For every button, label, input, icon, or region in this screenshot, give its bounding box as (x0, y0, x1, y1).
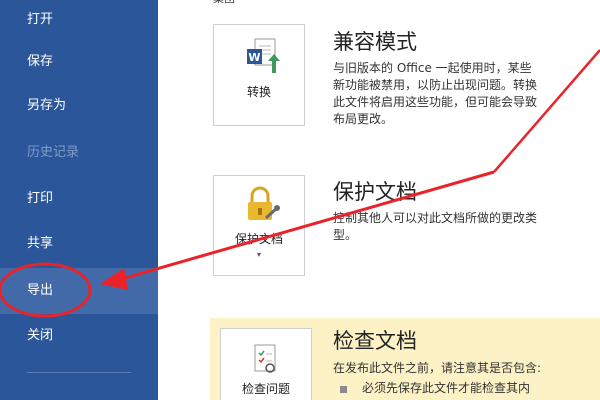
convert-button-label: 转换 (246, 85, 271, 99)
nav-history: 历史记录 (27, 145, 80, 160)
word-convert-icon: W (247, 38, 280, 73)
nav-divider (27, 372, 131, 373)
backstage-sidebar: 打开 保存 另存为 历史记录 打印 共享 导出 关闭 (0, 0, 158, 400)
protect-document-button-label: 保护文档 (234, 232, 283, 246)
svg-text:W: W (248, 51, 260, 64)
compat-mode-description: 与旧版本的 Office 一起使用时，某些 新功能被禁用，以防止出现问题。转换 … (333, 60, 537, 128)
protect-document-description: 控制其他人可以对此文档所做的更改类 型。 (333, 210, 537, 244)
compat-desc-line-4: 布局更改。 (333, 112, 394, 126)
nav-save[interactable]: 保存 (0, 42, 158, 82)
nav-print[interactable]: 打印 (0, 179, 158, 219)
nav-close[interactable]: 关闭 (0, 316, 158, 356)
check-issues-button-label: 检查问题 (241, 382, 290, 396)
lock-key-icon (248, 186, 280, 220)
chevron-down-icon: ▾ (256, 250, 261, 259)
compat-mode-title: 兼容模式 (333, 30, 417, 54)
nav-share[interactable]: 共享 (0, 224, 158, 264)
nav-open[interactable]: 打开 (0, 0, 158, 40)
protect-desc-line-1: 控制其他人可以对此文档所做的更改类 (333, 211, 538, 225)
compat-desc-line-3: 此文件将启用这些功能，但可能会导致 (333, 95, 538, 109)
compat-desc-line-2: 新功能被禁用，以防止出现问题。转换 (333, 78, 538, 92)
inspect-document-description: 在发布此文件之前，请注意其是否包含: (333, 361, 542, 375)
compat-desc-line-1: 与旧版本的 Office 一起使用时，某些 (333, 61, 532, 75)
group-title: 集团 (213, 0, 235, 6)
check-issues-button[interactable]: 检查问题 (220, 328, 312, 400)
inspect-document-icon (254, 344, 276, 373)
protect-document-title: 保护文档 (333, 180, 417, 204)
inspect-document-title: 检查文档 (333, 329, 417, 353)
protect-desc-line-2: 型。 (333, 228, 358, 242)
inspect-bullet-1: 必须先保存此文件才能检查其内 (362, 381, 531, 395)
protect-document-button[interactable]: 保护文档 ▾ (213, 175, 305, 276)
bullet-marker (340, 386, 347, 393)
nav-export[interactable]: 导出 (0, 268, 158, 314)
nav-save-as[interactable]: 另存为 (0, 86, 158, 126)
convert-button[interactable]: W 转换 (213, 24, 305, 126)
